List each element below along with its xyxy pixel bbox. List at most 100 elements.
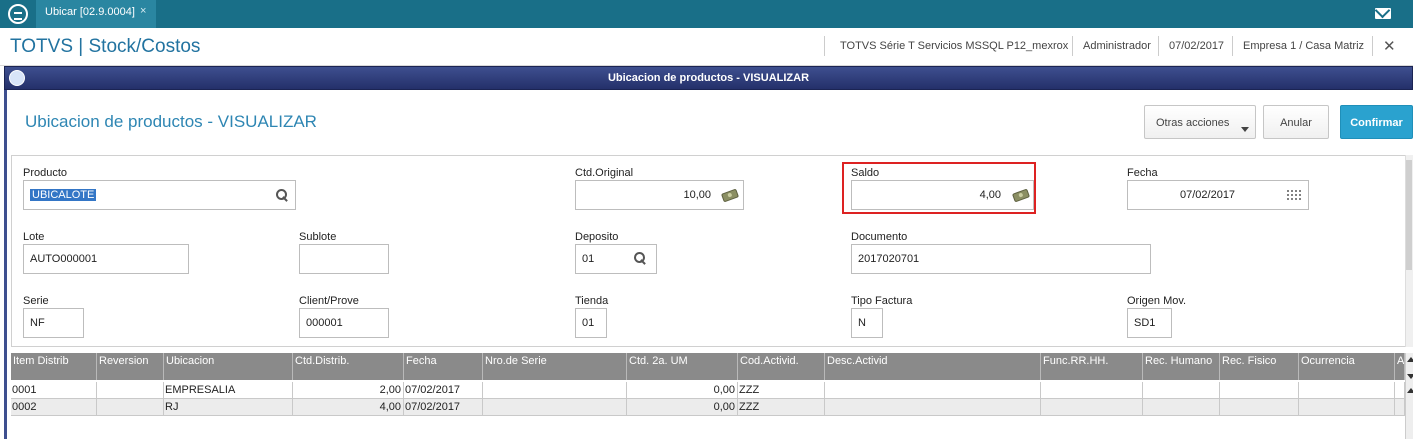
grid-column-header[interactable]: Func.RR.HH. — [1041, 353, 1143, 380]
tipo-factura-label: Tipo Factura — [851, 295, 913, 307]
grid-cell[interactable]: 0002 — [11, 399, 97, 416]
grid-column-header[interactable]: Ctd. 2a. UM — [627, 353, 738, 380]
ctd-original-label: Ctd.Original — [575, 167, 634, 179]
grid-cell[interactable]: 0,00 — [627, 399, 738, 416]
cancel-label: Anular — [1280, 117, 1312, 129]
grid-cell[interactable]: RJ — [164, 399, 293, 416]
grid-cell[interactable] — [97, 382, 164, 399]
divider — [1158, 36, 1159, 56]
grid-cell[interactable] — [1299, 382, 1395, 399]
scroll-bottom-icon[interactable] — [1407, 374, 1413, 379]
grid-cell[interactable]: 2,00 — [293, 382, 404, 399]
grid-column-header[interactable]: Rec. Fisico — [1220, 353, 1299, 380]
tienda-label: Tienda — [575, 295, 609, 307]
grid-column-header[interactable]: Ctd.Distrib. — [293, 353, 404, 380]
divider — [1232, 36, 1233, 56]
dialog-title-bar: Ubicacion de productos - VISUALIZAR — [4, 66, 1413, 90]
origen-mov-field[interactable]: SD1 — [1127, 308, 1172, 338]
chevron-down-icon — [1241, 127, 1249, 132]
grid-cell[interactable]: 0,00 — [627, 382, 738, 399]
deposito-label: Deposito — [575, 231, 619, 243]
lote-field[interactable]: AUTO000001 — [23, 244, 189, 274]
more-actions-button[interactable]: Otras acciones — [1144, 105, 1256, 139]
producto-label: Producto — [23, 167, 68, 179]
more-actions-label: Otras acciones — [1156, 117, 1230, 129]
grid-cell[interactable] — [1143, 382, 1220, 399]
date-info: 07/02/2017 — [1169, 40, 1225, 52]
grid-column-header[interactable]: Rec. Humano — [1143, 353, 1220, 380]
grid-cell[interactable] — [483, 399, 627, 416]
grid-cell[interactable] — [825, 382, 1041, 399]
page-title: Ubicacion de productos - VISUALIZAR — [25, 112, 317, 131]
user-info[interactable]: Administrador — [1083, 40, 1151, 52]
grid-cell[interactable] — [1299, 399, 1395, 416]
grid-column-header[interactable]: Cod.Activid. — [738, 353, 825, 380]
search-icon[interactable] — [276, 189, 288, 201]
cancel-button[interactable]: Anular — [1263, 105, 1329, 139]
origen-mov-label: Origen Mov. — [1127, 295, 1187, 307]
client-prove-field[interactable]: 000001 — [299, 308, 389, 338]
scroll-up-icon[interactable] — [1407, 388, 1413, 393]
company-info[interactable]: Empresa 1 / Casa Matriz — [1243, 40, 1364, 52]
grid-cell[interactable]: ZZZ — [738, 399, 825, 416]
calendar-icon[interactable] — [1286, 189, 1302, 201]
grid-column-header[interactable]: Desc.Activid — [825, 353, 1041, 380]
grid-column-header[interactable]: Ubicacion — [164, 353, 293, 380]
documento-label: Documento — [851, 231, 908, 243]
lote-label: Lote — [23, 231, 45, 243]
tipo-factura-field[interactable]: N — [851, 308, 883, 338]
grid-cell[interactable]: ZZZ — [738, 382, 825, 399]
ctd-original-field[interactable]: 10,00 — [575, 180, 744, 210]
grid-column-header[interactable]: Nro.de Serie — [483, 353, 627, 380]
grid-cell[interactable] — [483, 382, 627, 399]
sublote-label: Sublote — [299, 231, 337, 243]
serie-label: Serie — [23, 295, 49, 307]
mail-icon[interactable] — [1375, 8, 1391, 19]
app-logo-icon[interactable] — [8, 4, 28, 24]
app-header: TOTVS | Stock/Costos TOTVS Série T Servi… — [0, 28, 1413, 66]
grid-cell[interactable] — [1143, 399, 1220, 416]
tab-close-icon[interactable]: × — [140, 5, 146, 17]
grid-cell[interactable] — [1395, 382, 1405, 399]
grid-cell[interactable]: 07/02/2017 — [404, 399, 483, 416]
close-icon[interactable]: ✕ — [1383, 37, 1396, 55]
grid-column-header[interactable]: Ocurrencia — [1299, 353, 1395, 380]
grid-header: Item Distrib Reversion Ubicacion Ctd.Distri… — [11, 353, 1405, 380]
grid-cell[interactable] — [1041, 399, 1143, 416]
documento-field[interactable]: 2017020701 — [851, 244, 1151, 274]
grid-cell[interactable] — [1395, 399, 1405, 416]
tab-ubicar[interactable]: Ubicar [02.9.0004] — [36, 0, 156, 28]
tienda-field[interactable]: 01 — [575, 308, 607, 338]
divider — [824, 36, 825, 56]
grid-column-header[interactable]: Item Distrib — [11, 353, 97, 380]
environment-info: TOTVS Série T Servicios MSSQL P12_mexrox — [840, 40, 1069, 52]
scroll-top-icon[interactable] — [1407, 357, 1413, 362]
grid-cell[interactable]: 0001 — [11, 382, 97, 399]
grid-cell[interactable] — [1220, 382, 1299, 399]
top-tab-bar: Ubicar [02.9.0004] × — [0, 0, 1413, 28]
confirm-button[interactable]: Confirmar — [1340, 105, 1413, 139]
serie-field[interactable]: NF — [23, 308, 84, 338]
grid-cell[interactable]: EMPRESALIA — [164, 382, 293, 399]
saldo-highlight-box — [842, 162, 1036, 214]
search-icon[interactable] — [634, 252, 646, 264]
grid-cell[interactable] — [1041, 382, 1143, 399]
grid-column-header[interactable]: A — [1395, 353, 1405, 380]
grid-column-header[interactable]: Reversion — [97, 353, 164, 380]
table-row[interactable]: 0002 RJ 4,00 07/02/2017 0,00 ZZZ — [11, 399, 1405, 416]
sublote-field[interactable] — [299, 244, 389, 274]
fecha-field[interactable]: 07/02/2017 — [1127, 180, 1309, 210]
form-scrollbar-thumb[interactable] — [1406, 160, 1412, 270]
producto-field[interactable]: UBICALOTE — [23, 180, 296, 210]
tab-label: Ubicar [02.9.0004] — [45, 6, 135, 18]
grid-scrollbar[interactable] — [1405, 353, 1413, 439]
grid-cell[interactable] — [1220, 399, 1299, 416]
grid-cell[interactable]: 07/02/2017 — [404, 382, 483, 399]
grid-cell[interactable] — [97, 399, 164, 416]
grid-cell[interactable] — [825, 399, 1041, 416]
client-prove-label: Client/Prove — [299, 295, 359, 307]
table-row[interactable]: 0001 EMPRESALIA 2,00 07/02/2017 0,00 ZZZ — [11, 382, 1405, 399]
grid-column-header[interactable]: Fecha — [404, 353, 483, 380]
grid-cell[interactable]: 4,00 — [293, 399, 404, 416]
app-title: TOTVS | Stock/Costos — [10, 36, 201, 57]
